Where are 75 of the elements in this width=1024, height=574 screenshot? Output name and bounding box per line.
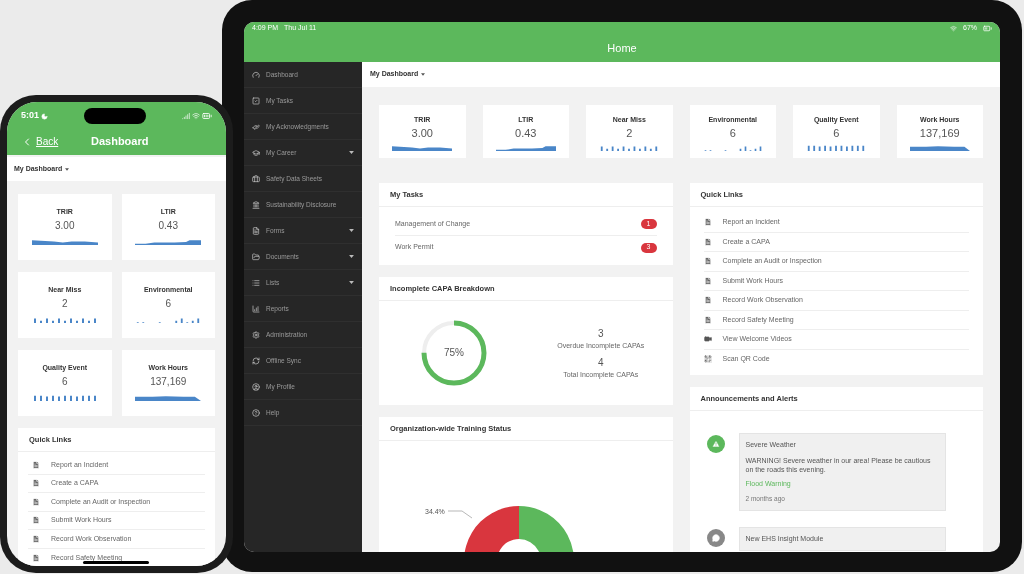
list-icon <box>252 278 260 287</box>
caret-icon <box>65 167 70 171</box>
document-icon <box>32 516 40 525</box>
document-icon <box>252 226 260 235</box>
caret-icon <box>349 229 354 232</box>
kpi-value: 6 <box>833 128 840 139</box>
sparkline <box>495 145 556 151</box>
page-title: Dashboard <box>91 134 149 150</box>
checkbox-icon <box>252 96 260 105</box>
document-icon <box>703 237 712 246</box>
kpi-value: 0.43 <box>158 221 178 231</box>
video-camera-icon <box>703 335 712 344</box>
status-time: 5:01 <box>21 109 39 123</box>
kpi-value: 6 <box>61 377 68 387</box>
message-icon <box>711 533 720 542</box>
sparkline <box>31 317 98 323</box>
briefcase-icon <box>252 174 260 183</box>
home-indicator <box>83 561 149 564</box>
signal-icon <box>182 112 190 120</box>
caret-icon <box>349 151 354 154</box>
sparkline <box>135 239 202 245</box>
kpi-value: 2 <box>61 299 68 309</box>
caret-icon <box>349 255 354 258</box>
kpi-value: 3.00 <box>55 221 75 231</box>
document-icon <box>703 315 712 324</box>
document-icon <box>703 276 712 285</box>
document-icon <box>32 553 40 562</box>
sparkline <box>702 145 763 151</box>
kpi-value: 2 <box>626 128 633 139</box>
document-icon <box>32 479 40 488</box>
sparkline <box>806 145 867 151</box>
moon-icon <box>41 112 48 120</box>
wifi-icon <box>192 112 200 120</box>
battery-icon <box>202 111 212 121</box>
camera-island <box>84 108 146 124</box>
document-icon <box>32 460 40 469</box>
leader-line <box>448 510 472 519</box>
document-icon <box>703 257 712 266</box>
settings-icon <box>252 330 260 339</box>
caret-icon <box>421 73 426 76</box>
kpi-value: 6 <box>165 299 172 309</box>
qr-code-icon <box>703 355 712 364</box>
kpi-value: 0.43 <box>515 128 537 139</box>
sparkline <box>599 145 660 151</box>
sparkline <box>392 145 453 151</box>
kpi-value: 137,169 <box>919 128 960 139</box>
caret-icon <box>349 281 354 284</box>
sparkline <box>31 395 98 401</box>
sparkline <box>909 145 970 151</box>
sparkline <box>135 395 202 401</box>
sparkline <box>31 239 98 245</box>
sparkline <box>135 317 202 323</box>
bar-chart-icon <box>252 304 260 313</box>
bank-icon <box>252 200 260 209</box>
sync-icon <box>252 356 260 365</box>
gauge-icon <box>252 70 260 79</box>
hand-icon <box>252 122 260 131</box>
warning-icon <box>711 440 720 448</box>
document-icon <box>703 218 712 227</box>
document-icon <box>703 296 712 305</box>
kpi-value: 137,169 <box>150 377 187 387</box>
folder-icon <box>252 252 260 261</box>
kpi-value: 6 <box>729 128 736 139</box>
kpi-value: 3.00 <box>411 128 433 139</box>
help-icon <box>252 408 260 417</box>
battery-icon <box>983 23 992 33</box>
document-icon <box>32 497 40 506</box>
percent-label: 75% <box>444 348 464 358</box>
page-title: Home <box>607 40 637 56</box>
user-icon <box>252 382 260 391</box>
wifi-icon <box>950 24 957 32</box>
stat-value: 3 <box>597 327 604 341</box>
document-icon <box>32 534 40 543</box>
graduation-cap-icon <box>252 148 260 157</box>
stat-value: 4 <box>597 355 604 370</box>
